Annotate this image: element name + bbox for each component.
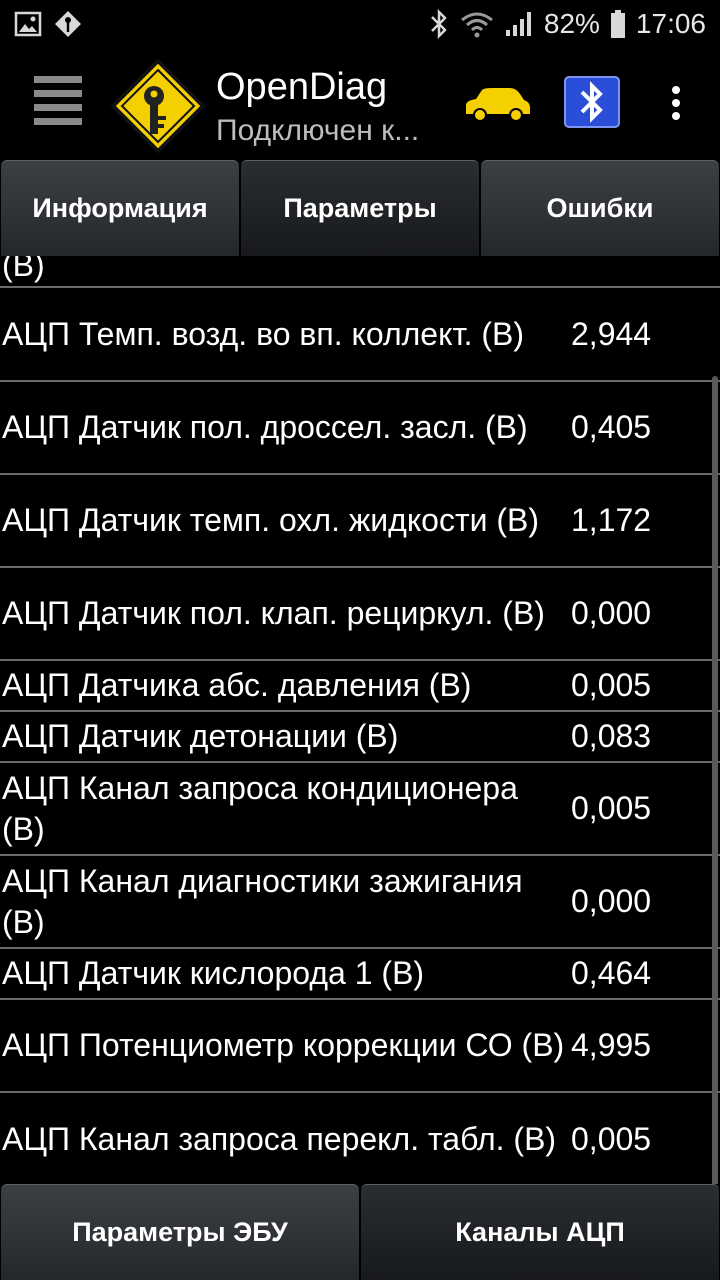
menu-icon[interactable]: [34, 76, 82, 128]
parameter-label: АЦП Канал диагностики зажигания (В): [2, 862, 523, 940]
parameter-label: АЦП Датчик пол. дроссел. засл. (В): [2, 409, 528, 445]
connection-status: Подключен к...: [216, 114, 420, 147]
list-item: АЦП Датчика абс. давления (В) 0,005: [0, 661, 720, 712]
parameter-value: 0,083: [571, 718, 652, 754]
parameter-value: 0,000: [571, 595, 652, 631]
tab-information[interactable]: Информация: [1, 160, 239, 256]
parameter-label: АЦП Темп. возд. во вп. коллект. (В): [2, 315, 524, 352]
parameter-value: 0,005: [571, 790, 652, 826]
parameter-value: 0,405: [571, 409, 652, 445]
tab-ecu-parameters[interactable]: Параметры ЭБУ: [1, 1184, 359, 1280]
parameter-value: 1,172: [571, 502, 652, 538]
parameter-label: АЦП Датчик пол. клап. рециркул. (В): [2, 595, 545, 631]
list-item: АЦП Темп. возд. во вп. коллект. (В) 2,94…: [0, 288, 720, 382]
parameter-label: АЦП Потенциометр коррекции СО (В): [2, 1027, 565, 1063]
list-item: АЦП Канал запроса перекл. табл. (В) 0,00…: [0, 1093, 720, 1184]
app-bar: OpenDiag Подключен к...: [0, 48, 720, 160]
status-bar: 82% 17:06: [0, 0, 720, 48]
parameter-value: 0,005: [571, 1121, 652, 1157]
parameter-list[interactable]: (В) АЦП Темп. возд. во вп. коллект. (В) …: [0, 256, 720, 1184]
car-icon[interactable]: [462, 84, 532, 129]
opendiag-logo-icon: [110, 58, 206, 154]
list-item: АЦП Канал запроса кондиционера (В) 0,005: [0, 763, 720, 856]
list-item: (В): [0, 256, 720, 288]
parameter-value: 0,464: [571, 955, 652, 991]
list-item: АЦП Датчик темп. охл. жидкости (В) 1,172: [0, 475, 720, 568]
gallery-icon: [14, 10, 42, 43]
battery-icon: [610, 9, 626, 39]
bottom-tabs: Параметры ЭБУ Каналы АЦП: [0, 1184, 720, 1280]
overflow-menu-icon[interactable]: [668, 86, 684, 126]
app-title: OpenDiag: [216, 66, 388, 108]
signal-icon: [504, 10, 534, 38]
opendiag-notification-icon: [54, 10, 82, 43]
list-item: АЦП Датчик детонации (В) 0,083: [0, 712, 720, 763]
list-item: АЦП Датчик пол. дроссел. засл. (В) 0,405: [0, 382, 720, 475]
battery-percent: 82%: [543, 8, 600, 39]
parameter-label: АЦП Датчик кислорода 1 (В): [2, 955, 425, 991]
parameter-label: АЦП Датчика абс. давления (В): [2, 667, 472, 703]
tab-adc-channels[interactable]: Каналы АЦП: [361, 1184, 719, 1280]
parameter-label: АЦП Датчик темп. охл. жидкости (В): [2, 502, 540, 538]
clock: 17:06: [635, 8, 706, 39]
list-item: АЦП Канал диагностики зажигания (В) 0,00…: [0, 856, 720, 949]
top-tabs: Информация Параметры Ошибки: [0, 160, 720, 256]
tab-errors[interactable]: Ошибки: [481, 160, 719, 256]
bluetooth-icon: [428, 9, 450, 39]
parameter-label: АЦП Канал запроса перекл. табл. (В): [2, 1121, 557, 1157]
list-item: АЦП Датчик кислорода 1 (В) 0,464: [0, 949, 720, 1000]
parameter-label: (В): [2, 256, 45, 283]
parameter-value: 4,995: [571, 1027, 652, 1063]
bluetooth-adapter-icon[interactable]: [564, 76, 620, 128]
parameter-label: АЦП Канал запроса кондиционера (В): [2, 769, 518, 847]
parameter-label: АЦП Датчик детонации (В): [2, 718, 399, 754]
list-item: АЦП Потенциометр коррекции СО (В) 4,995: [0, 1000, 720, 1093]
list-item: АЦП Датчик пол. клап. рециркул. (В) 0,00…: [0, 568, 720, 661]
parameter-value: 0,000: [571, 883, 652, 919]
parameter-value: 2,944: [571, 315, 652, 352]
parameter-value: 0,005: [571, 667, 652, 703]
wifi-icon: [460, 10, 494, 38]
tab-parameters[interactable]: Параметры: [241, 160, 479, 256]
list-scrollbar[interactable]: [712, 376, 718, 1184]
